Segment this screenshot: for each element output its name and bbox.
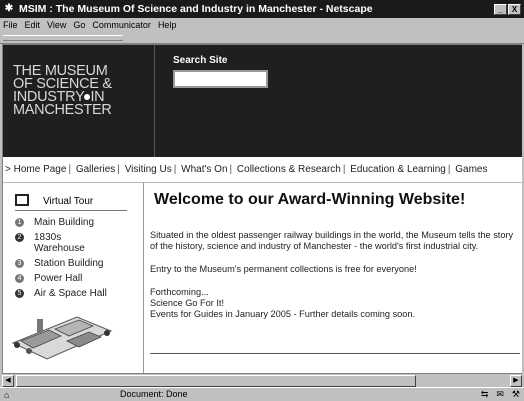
intro-paragraph: Situated in the oldest passenger railway… bbox=[150, 230, 514, 251]
scroll-right-icon[interactable]: ▶ bbox=[510, 375, 522, 387]
sidebar-item-air-space-hall[interactable]: 5 Air & Space Hall bbox=[15, 288, 114, 299]
menu-file[interactable]: File bbox=[3, 20, 18, 30]
sidebar-item-warehouse[interactable]: 2 1830s Warehouse bbox=[15, 232, 114, 254]
network-icon[interactable]: ⇆ bbox=[481, 389, 489, 400]
nav-education[interactable]: Education & Learning bbox=[350, 164, 446, 175]
nav-prefix: > bbox=[5, 164, 11, 175]
component-bar-icon[interactable]: ⚒ bbox=[512, 389, 520, 400]
status-bar: ⌂ Document: Done ⇆ ✉ ⚒ bbox=[0, 387, 524, 401]
forthcoming-heading: Forthcoming... bbox=[150, 287, 209, 297]
logo-line-4: MANCHESTER bbox=[13, 102, 112, 118]
sidebar-item-power-hall[interactable]: 4 Power Hall bbox=[15, 273, 114, 284]
close-button[interactable]: X bbox=[508, 3, 521, 15]
nav-home[interactable]: Home Page bbox=[14, 164, 67, 175]
status-text: Document: Done bbox=[120, 389, 188, 399]
page-title: Welcome to our Award-Winning Website! bbox=[154, 191, 466, 208]
building-list: 1 Main Building 2 1830s Warehouse 3 Stat… bbox=[15, 217, 114, 303]
menu-bar: File Edit View Go Communicator Help bbox=[0, 18, 524, 32]
main-content: Welcome to our Award-Winning Website! Si… bbox=[143, 183, 522, 373]
free-entry-paragraph: Entry to the Museum's permanent collecti… bbox=[150, 264, 417, 274]
nav-separator: | bbox=[117, 164, 120, 175]
sidebar-item-station-building[interactable]: 3 Station Building bbox=[15, 258, 114, 269]
menu-go[interactable]: Go bbox=[73, 20, 85, 30]
number-2-icon: 2 bbox=[15, 233, 24, 242]
nav-separator: | bbox=[342, 164, 346, 175]
sidebar: Virtual Tour 1 Main Building 2 1830s War… bbox=[3, 183, 141, 373]
horizontal-scrollbar[interactable]: ◀ ▶ bbox=[2, 373, 522, 387]
nav-collections[interactable]: Collections & Research bbox=[237, 164, 341, 175]
site-nav: > Home Page | Galleries | Visiting Us | Wha… bbox=[3, 157, 522, 183]
nav-separator: | bbox=[68, 164, 72, 175]
menu-help[interactable]: Help bbox=[158, 20, 177, 30]
nav-separator: | bbox=[173, 164, 177, 175]
netscape-icon: ✱ bbox=[4, 3, 14, 14]
nav-galleries[interactable]: Galleries bbox=[76, 164, 115, 175]
window-controls: _ X bbox=[494, 3, 521, 15]
museum-logo[interactable]: THE MUSEUM OF SCIENCE & INDUSTRY IN MANCH… bbox=[3, 45, 155, 157]
event-link-guides[interactable]: Events for Guides in January 2005 - Furt… bbox=[150, 309, 522, 320]
virtual-tour-link[interactable]: Virtual Tour bbox=[15, 193, 127, 211]
window-title: MSIM : The Museum Of Science and Industr… bbox=[19, 3, 373, 15]
site-header: THE MUSEUM OF SCIENCE & INDUSTRY IN MANCH… bbox=[3, 45, 522, 157]
toolbar-strip bbox=[0, 32, 524, 44]
security-lock-icon[interactable]: ⌂ bbox=[4, 390, 18, 400]
toolbar-grip[interactable] bbox=[3, 35, 123, 41]
museum-site-map-illustration[interactable] bbox=[7, 305, 117, 363]
number-4-icon: 4 bbox=[15, 274, 24, 283]
window-title-bar: ✱ MSIM : The Museum Of Science and Indus… bbox=[0, 0, 524, 18]
monitor-icon bbox=[15, 193, 29, 206]
number-5-icon: 5 bbox=[15, 289, 24, 298]
menu-edit[interactable]: Edit bbox=[25, 20, 41, 30]
number-1-icon: 1 bbox=[15, 218, 24, 227]
divider bbox=[150, 353, 520, 354]
nav-whats-on[interactable]: What's On bbox=[181, 164, 227, 175]
sidebar-item-main-building[interactable]: 1 Main Building bbox=[15, 217, 114, 228]
mail-icon[interactable]: ✉ bbox=[496, 389, 504, 400]
search-area: Search Site bbox=[173, 55, 268, 88]
status-icons: ⇆ ✉ ⚒ bbox=[481, 389, 520, 400]
virtual-tour-label: Virtual Tour bbox=[43, 196, 94, 207]
nav-visiting-us[interactable]: Visiting Us bbox=[125, 164, 172, 175]
welcome-text: Situated in the oldest passenger railway… bbox=[150, 230, 522, 320]
nav-separator: | bbox=[447, 164, 451, 175]
minimize-button[interactable]: _ bbox=[494, 3, 507, 15]
event-link-science[interactable]: Science Go For It! bbox=[150, 298, 522, 309]
nav-games[interactable]: Games bbox=[455, 164, 487, 175]
scroll-left-icon[interactable]: ◀ bbox=[2, 375, 14, 387]
scroll-thumb[interactable] bbox=[16, 375, 416, 387]
number-3-icon: 3 bbox=[15, 259, 24, 268]
nav-separator: | bbox=[229, 164, 233, 175]
search-input[interactable] bbox=[173, 70, 268, 88]
search-label: Search Site bbox=[173, 55, 228, 66]
sidebar-item-label: Air & Space Hall bbox=[34, 288, 107, 299]
page-content: THE MUSEUM OF SCIENCE & INDUSTRY IN MANCH… bbox=[2, 44, 522, 373]
sidebar-item-label: Station Building bbox=[34, 258, 104, 269]
sidebar-item-label: Main Building bbox=[34, 217, 95, 228]
menu-view[interactable]: View bbox=[47, 20, 66, 30]
sidebar-item-label: Power Hall bbox=[34, 273, 83, 284]
menu-communicator[interactable]: Communicator bbox=[92, 20, 151, 30]
sidebar-item-label: 1830s Warehouse bbox=[34, 232, 85, 254]
